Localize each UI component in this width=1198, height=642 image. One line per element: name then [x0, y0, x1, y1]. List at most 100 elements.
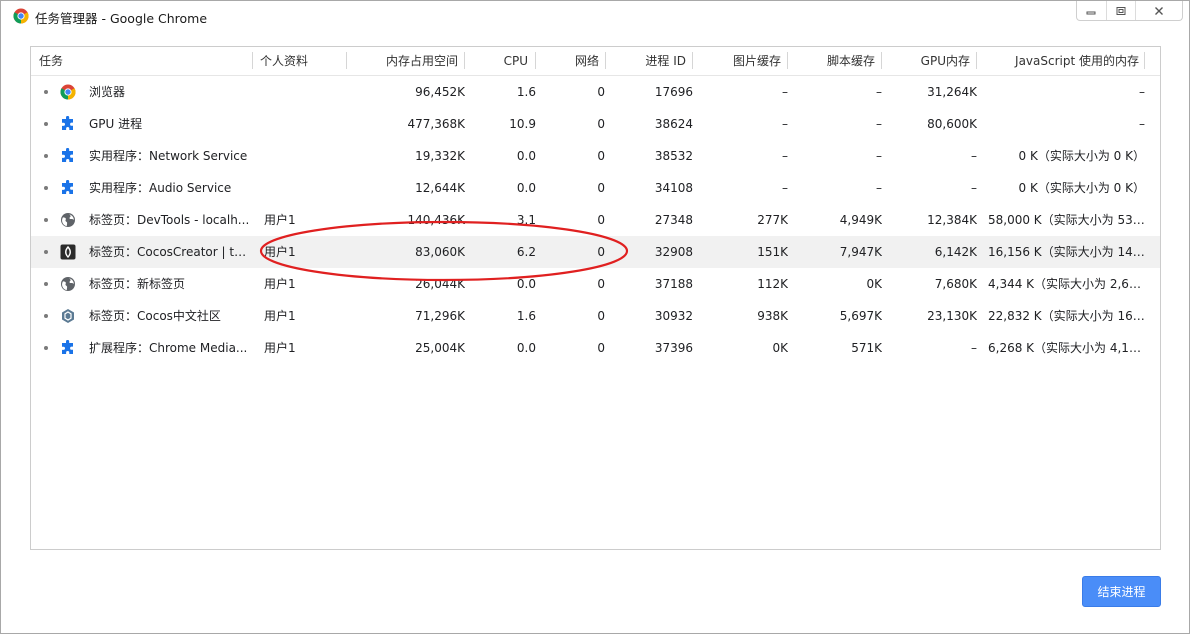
cell-cpu: 0.0 [516, 341, 536, 355]
cell-network: 0 [597, 149, 605, 163]
end-process-button[interactable]: 结束进程 [1082, 576, 1161, 607]
column-header-profile[interactable]: 个人资料 [260, 47, 345, 75]
table-row[interactable]: 实用程序：Network Service 19,332K 0.0 0 38532 – – – 0… [31, 140, 1160, 172]
cell-profile [264, 140, 344, 172]
column-divider[interactable] [787, 52, 788, 69]
table-row[interactable]: 标签页：DevTools - localh... 用户1 140,436K 3.1 0 2… [31, 204, 1160, 236]
cell-profile: 用户1 [264, 309, 296, 323]
table-row[interactable]: 标签页：新标签页 用户1 26,044K 0.0 0 37188 112K 0K 7,680K 4… [31, 268, 1160, 300]
puzzle-icon [60, 179, 76, 196]
cell-cpu: 0.0 [516, 277, 536, 291]
cell-network: 0 [597, 277, 605, 291]
cell-network: 0 [597, 309, 605, 323]
column-divider[interactable] [252, 52, 253, 69]
cell-task: 实用程序：Network Service [89, 149, 248, 163]
column-header-image-cache[interactable]: 图片缓存 [698, 47, 781, 75]
cell-memory: 25,004K [415, 341, 465, 355]
cell-task: GPU 进程 [89, 117, 143, 131]
row-bullet [44, 250, 48, 254]
maximize-icon [1116, 6, 1126, 15]
column-divider[interactable] [1144, 52, 1145, 69]
cocos-icon [60, 244, 76, 260]
column-header-gpu-memory[interactable]: GPU内存 [887, 47, 970, 75]
column-divider[interactable] [692, 52, 693, 69]
column-divider[interactable] [881, 52, 882, 69]
column-divider[interactable] [976, 52, 977, 69]
column-divider[interactable] [346, 52, 347, 69]
column-header-script-cache[interactable]: 脚本缓存 [793, 47, 875, 75]
cell-pid: 38532 [654, 149, 693, 163]
cell-script-cache: – [876, 181, 882, 195]
cell-script-cache: – [876, 117, 882, 131]
cell-gpu-memory: – [971, 341, 977, 355]
cell-pid: 32908 [654, 245, 693, 259]
cell-memory: 96,452K [415, 85, 465, 99]
column-header-cpu[interactable]: CPU [471, 47, 528, 75]
table-header: 任务 个人资料 内存占用空间 CPU 网络 进程 ID 图片缓存 脚本缓存 GP… [31, 47, 1160, 76]
cell-gpu-memory: – [971, 181, 977, 195]
table-row[interactable]: 实用程序：Audio Service 12,644K 0.0 0 34108 – – – 0 K… [31, 172, 1160, 204]
table-row[interactable]: 浏览器 96,452K 1.6 0 17696 – – 31,264K – [31, 76, 1160, 108]
cell-cpu: 10.9 [509, 117, 536, 131]
row-bullet [44, 346, 48, 350]
cell-script-cache: 571K [851, 341, 882, 355]
cell-image-cache: 938K [757, 309, 788, 323]
column-header-js-memory[interactable]: JavaScript 使用的内存 [982, 47, 1139, 75]
cell-network: 0 [597, 117, 605, 131]
cell-js-memory: – [1139, 85, 1145, 99]
cell-profile: 用户1 [264, 341, 296, 355]
puzzle-icon [60, 147, 76, 164]
row-bullet [44, 90, 48, 94]
cell-image-cache: – [782, 181, 788, 195]
cell-image-cache: 277K [757, 213, 788, 227]
column-divider[interactable] [464, 52, 465, 69]
row-bullet [44, 122, 48, 126]
column-header-pid[interactable]: 进程 ID [611, 47, 686, 75]
column-divider[interactable] [535, 52, 536, 69]
cell-gpu-memory: 23,130K [927, 309, 977, 323]
cell-gpu-memory: 31,264K [927, 85, 977, 99]
cell-gpu-memory: 7,680K [934, 277, 977, 291]
cell-gpu-memory: 6,142K [934, 245, 977, 259]
column-header-network[interactable]: 网络 [541, 47, 599, 75]
cell-memory: 477,368K [407, 117, 466, 131]
cell-cpu: 6.2 [516, 245, 536, 259]
close-icon [1155, 6, 1164, 15]
column-header-memory[interactable]: 内存占用空间 [351, 47, 458, 75]
cell-cpu: 1.6 [516, 85, 536, 99]
cell-pid: 30932 [654, 309, 693, 323]
puzzle-icon [60, 339, 76, 356]
cell-image-cache: – [782, 149, 788, 163]
close-button[interactable] [1135, 1, 1182, 20]
cell-cpu: 0.0 [516, 181, 536, 195]
globe-icon [60, 276, 76, 292]
cell-gpu-memory: 80,600K [927, 117, 977, 131]
minimize-button[interactable] [1077, 1, 1106, 20]
row-bullet [44, 314, 48, 318]
table-row[interactable]: 标签页：Cocos中文社区 用户1 71,296K 1.6 0 30932 938K 5,69… [31, 300, 1160, 332]
cell-network: 0 [597, 85, 605, 99]
maximize-button[interactable] [1105, 1, 1136, 20]
cell-task: 扩展程序：Chrome Media... [89, 341, 248, 355]
chrome-icon [60, 84, 76, 100]
cell-task: 实用程序：Audio Service [89, 181, 232, 195]
table-row[interactable]: 标签页：CocosCreator | tes... 用户1 83,060K 6.2 0 3… [31, 236, 1160, 268]
cell-network: 0 [597, 341, 605, 355]
row-bullet [44, 218, 48, 222]
cell-js-memory: 16,156 K（实际大小为 14,... [988, 245, 1145, 259]
cell-pid: 37188 [654, 277, 693, 291]
process-table: 任务 个人资料 内存占用空间 CPU 网络 进程 ID 图片缓存 脚本缓存 GP… [30, 46, 1161, 550]
cell-profile: 用户1 [264, 277, 296, 291]
cell-js-memory: 0 K（实际大小为 0 K） [1018, 149, 1145, 163]
cell-memory: 83,060K [415, 245, 465, 259]
cell-script-cache: 0K [866, 277, 882, 291]
column-header-task[interactable]: 任务 [39, 47, 249, 75]
cell-script-cache: 4,949K [839, 213, 882, 227]
cell-gpu-memory: 12,384K [927, 213, 977, 227]
cell-script-cache: – [876, 149, 882, 163]
cell-task: 标签页：DevTools - localh... [89, 213, 250, 227]
table-row[interactable]: GPU 进程 477,368K 10.9 0 38624 – – 80,600K – [31, 108, 1160, 140]
column-divider[interactable] [605, 52, 606, 69]
table-row[interactable]: 扩展程序：Chrome Media... 用户1 25,004K 0.0 0 37396 0… [31, 332, 1160, 364]
cell-gpu-memory: – [971, 149, 977, 163]
